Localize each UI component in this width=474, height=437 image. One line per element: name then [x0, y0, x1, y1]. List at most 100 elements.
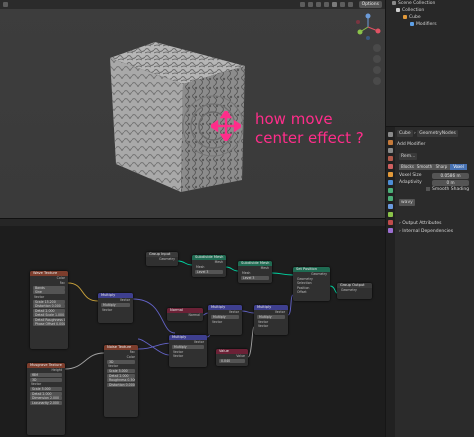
node-field[interactable]: Detail Roughness 0.500	[33, 317, 65, 322]
remesh-mode-smooth[interactable]: Smooth	[416, 164, 433, 170]
overlay-icon[interactable]	[316, 2, 321, 7]
node-value[interactable]: Value Value 0.040	[216, 349, 248, 366]
material-icon[interactable]	[388, 220, 393, 225]
socket-label: Geometry	[341, 288, 357, 292]
xray-icon[interactable]	[324, 2, 329, 7]
level-field[interactable]: Level 3	[195, 269, 223, 274]
outliner-panel[interactable]: Scene Collection Collection Cube Modifie…	[385, 0, 474, 126]
value-field[interactable]: 0.040	[219, 359, 245, 363]
node-wave-texture[interactable]: Wave Texture Color Fac Bands Sine Vector…	[30, 271, 68, 349]
node-field[interactable]: Scale 15.200	[33, 299, 65, 304]
particles-icon[interactable]	[388, 188, 393, 193]
dimensions-dropdown[interactable]: 3D	[107, 359, 135, 364]
voxel-size-field[interactable]: 0.0586 m	[432, 173, 469, 179]
smooth-shading-checkbox[interactable]: Smooth Shading	[426, 186, 469, 193]
node-group-input[interactable]: Group Input Geometry	[146, 252, 178, 266]
texture-icon[interactable]	[388, 228, 393, 233]
node-field[interactable]: Detail 2.000	[30, 391, 62, 396]
add-modifier-button[interactable]: Add Modifier	[397, 141, 425, 148]
output-icon[interactable]	[388, 148, 393, 153]
remesh-mode-blocks[interactable]: Blocks	[399, 164, 416, 170]
node-musgrave-texture[interactable]: Musgrave Texture Height fBM 3D Vector Sc…	[27, 363, 65, 435]
geometry-nodes-modifier-header[interactable]: wavy	[399, 199, 415, 206]
outliner-item-cube[interactable]: Cube	[403, 14, 421, 21]
remesh-mode-voxel[interactable]: Voxel	[450, 164, 467, 170]
object-icon[interactable]	[388, 172, 393, 177]
material-shading-icon[interactable]	[340, 2, 345, 7]
scene-icon[interactable]	[388, 156, 393, 161]
node-group-selector[interactable]: wavy	[399, 199, 415, 206]
outliner-item-collection[interactable]: Collection	[396, 7, 424, 14]
editor-type-icon[interactable]	[3, 2, 8, 7]
perspective-toggle-icon[interactable]	[373, 77, 381, 85]
geometry-node-editor[interactable]: Wave Texture Color Fac Bands Sine Vector…	[0, 218, 385, 437]
node-field[interactable]: Dimension 2.000	[30, 396, 62, 400]
question-annotation: how move center effect ?	[255, 110, 364, 147]
render-icon[interactable]	[388, 140, 393, 145]
world-icon[interactable]	[388, 164, 393, 169]
outliner-item-scene-collection[interactable]: Scene Collection	[392, 0, 435, 7]
outliner-item-modifiers[interactable]: Modifiers	[410, 21, 437, 28]
modifier-wrench-icon[interactable]	[388, 180, 393, 185]
output-attributes-panel[interactable]: › Output Attributes	[399, 220, 442, 227]
tool-icon[interactable]	[388, 132, 393, 137]
socket-label: Vector	[119, 298, 130, 302]
3d-viewport[interactable]: Options how move center effect ?	[0, 0, 385, 218]
socket-label: Vector	[108, 364, 119, 368]
node-field[interactable]: Detail 2.000	[107, 373, 135, 378]
solid-shading-icon[interactable]	[332, 2, 337, 7]
operation-dropdown[interactable]: Multiply	[172, 345, 204, 349]
navigation-gizmo-icon[interactable]	[353, 12, 383, 42]
remesh-mode-sharp[interactable]: Sharp	[433, 164, 450, 170]
node-field[interactable]: Detail 2.000	[33, 308, 65, 313]
socket-label: Vector	[173, 354, 184, 358]
node-multiply-1[interactable]: Multiply Vector Multiply Vector	[98, 293, 133, 323]
node-field[interactable]: Lacunarity 2.000	[30, 400, 62, 405]
physics-icon[interactable]	[388, 196, 393, 201]
data-icon[interactable]	[388, 212, 393, 217]
breadcrumb-modifier[interactable]: GeometryNodes	[417, 130, 458, 137]
node-multiply-4[interactable]: Multiply Vector Multiply Vector Vector	[169, 335, 207, 367]
node-subdivide-mesh[interactable]: Subdivide Mesh Mesh Mesh Level 3	[192, 255, 226, 277]
zoom-icon[interactable]	[373, 44, 381, 52]
node-noise-texture[interactable]: Noise Texture Fac Color 3D Vector Scale …	[104, 345, 138, 417]
operation-dropdown[interactable]: Multiply	[257, 315, 285, 319]
node-field[interactable]: Phase Offset 0.000	[33, 322, 65, 326]
modifier-header-remesh[interactable]: Rem...	[399, 153, 418, 160]
node-normal[interactable]: Normal Normal	[167, 308, 203, 321]
wave-profile-dropdown[interactable]: Sine	[33, 290, 65, 294]
gizmo-toggle-icon[interactable]	[308, 2, 313, 7]
properties-panel[interactable]: Cube › GeometryNodes Add Modifier Rem...…	[385, 126, 474, 437]
node-field[interactable]: Roughness 0.500	[107, 378, 135, 382]
add-modifier-label: Add Modifier	[397, 142, 426, 147]
dimensions-dropdown[interactable]: 3D	[30, 377, 62, 382]
modifier-name-field[interactable]: Rem...	[399, 153, 418, 160]
constraints-icon[interactable]	[388, 204, 393, 209]
camera-view-icon[interactable]	[373, 66, 381, 74]
node-group-output[interactable]: Group Output Geometry	[337, 283, 372, 299]
pan-hand-icon[interactable]	[373, 55, 381, 63]
node-multiply-2[interactable]: Multiply Vector Multiply Vector	[208, 305, 242, 335]
visibility-icon[interactable]	[300, 2, 305, 7]
node-field[interactable]: Distortion 0.000	[33, 304, 65, 308]
node-subdivide-mesh-2[interactable]: Subdivide Mesh Mesh Mesh Level 3	[238, 261, 272, 283]
options-button[interactable]: Options	[358, 1, 382, 8]
wave-type-dropdown[interactable]: Bands	[33, 285, 65, 290]
node-field[interactable]: Scale 5.000	[30, 387, 62, 391]
move-arrows-icon	[211, 111, 241, 141]
node-field[interactable]: Distortion 0.000	[107, 382, 135, 387]
musgrave-type-dropdown[interactable]: fBM	[30, 373, 62, 377]
internal-dependencies-panel[interactable]: › Internal Dependencies	[399, 228, 453, 235]
socket-label: Mesh	[242, 270, 251, 275]
node-set-position[interactable]: Set Position Geometry Geometry Selection…	[293, 267, 330, 301]
level-field[interactable]: Level 3	[241, 275, 269, 280]
outliner-item-label: Scene Collection	[398, 1, 436, 6]
properties-tabs	[386, 127, 395, 437]
node-field[interactable]: Scale 5.000	[107, 369, 135, 373]
node-multiply-3[interactable]: Multiply Vector Multiply Vector Vector	[254, 305, 288, 335]
rendered-shading-icon[interactable]	[348, 2, 353, 7]
breadcrumb-object[interactable]: Cube	[397, 130, 413, 137]
operation-dropdown[interactable]: Multiply	[101, 303, 130, 307]
operation-dropdown[interactable]: Multiply	[211, 315, 239, 319]
node-field[interactable]: Detail Scale 1.000	[33, 313, 65, 317]
